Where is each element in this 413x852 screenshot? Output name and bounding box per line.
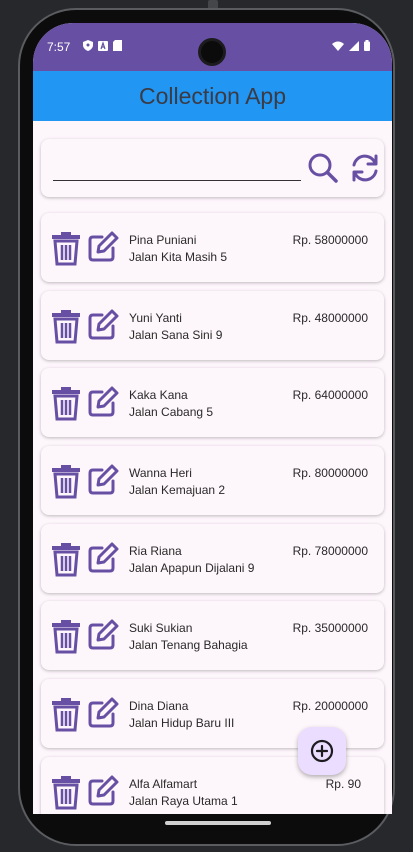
item-price: Rp. 58000000 bbox=[292, 233, 368, 247]
item-price: Rp. 48000000 bbox=[292, 310, 368, 325]
signal-icon bbox=[349, 40, 359, 51]
trash-icon[interactable] bbox=[50, 230, 82, 266]
item-name: Alfa Alfamart bbox=[129, 776, 198, 791]
refresh-icon[interactable] bbox=[349, 152, 381, 184]
item-name: Wanna Heri bbox=[129, 466, 192, 481]
edit-icon[interactable] bbox=[87, 464, 119, 496]
list-item[interactable]: Pina Puniani Jalan Kita Masih 5 Rp. 5800… bbox=[41, 213, 384, 282]
list-item[interactable]: Kaka Kana Jalan Cabang 5 Rp. 64000000 bbox=[41, 368, 384, 438]
search-card bbox=[41, 139, 384, 197]
search-icon[interactable] bbox=[307, 152, 339, 184]
item-address: Jalan Hidup Baru III bbox=[129, 716, 235, 731]
battery-icon bbox=[364, 40, 370, 51]
home-indicator[interactable] bbox=[165, 821, 271, 825]
status-icons-right bbox=[332, 40, 370, 51]
status-bar: 7:57 bbox=[33, 23, 392, 71]
trash-icon[interactable] bbox=[50, 541, 82, 577]
item-price: Rp. 78000000 bbox=[292, 543, 368, 558]
a-icon bbox=[98, 40, 108, 51]
status-time: 7:57 bbox=[47, 40, 71, 54]
item-address: Jalan Kita Masih 5 bbox=[129, 250, 228, 264]
item-name: Yuni Yanti bbox=[129, 310, 182, 325]
item-price: Rp. 35000000 bbox=[292, 621, 368, 636]
screen: 7:57 Collection App Pina Puniani Jalan K… bbox=[33, 23, 392, 814]
edit-icon[interactable] bbox=[87, 775, 119, 807]
item-name: Pina Puniani bbox=[129, 233, 197, 247]
sd-card-icon bbox=[113, 40, 122, 51]
trash-icon[interactable] bbox=[50, 618, 82, 654]
search-input[interactable] bbox=[53, 149, 301, 181]
status-icons-left bbox=[83, 40, 122, 51]
edit-icon[interactable] bbox=[87, 386, 119, 418]
edit-icon[interactable] bbox=[87, 231, 119, 263]
item-price: Rp. 64000000 bbox=[292, 388, 368, 403]
trash-icon[interactable] bbox=[50, 774, 82, 810]
app-title: Collection App bbox=[138, 82, 287, 109]
wifi-icon bbox=[332, 41, 344, 51]
list-item[interactable]: Wanna Heri Jalan Kemajuan 2 Rp. 80000000 bbox=[41, 446, 384, 516]
item-address: Jalan Cabang 5 bbox=[129, 405, 214, 420]
collection-list: Pina Puniani Jalan Kita Masih 5 Rp. 5800… bbox=[41, 213, 384, 814]
list-item[interactable]: Ria Riana Jalan Apapun Dijalani 9 Rp. 78… bbox=[41, 523, 384, 593]
add-circle-icon bbox=[310, 739, 334, 763]
item-name: Dina Diana bbox=[129, 699, 189, 714]
front-camera bbox=[198, 38, 226, 66]
list-item[interactable]: Yuni Yanti Jalan Sana Sini 9 Rp. 4800000… bbox=[41, 290, 384, 360]
edit-icon[interactable] bbox=[87, 697, 119, 729]
item-name: Suki Sukian bbox=[129, 621, 193, 636]
item-name: Kaka Kana bbox=[129, 388, 188, 403]
trash-icon[interactable] bbox=[50, 385, 82, 421]
item-address: Jalan Raya Utama 1 bbox=[129, 793, 238, 808]
item-address: Jalan Kemajuan 2 bbox=[129, 483, 226, 498]
edit-icon[interactable] bbox=[87, 619, 119, 651]
item-address: Jalan Tenang Bahagia bbox=[129, 638, 248, 653]
item-name: Ria Riana bbox=[129, 543, 182, 558]
trash-icon[interactable] bbox=[50, 463, 82, 499]
device-frame: 7:57 Collection App Pina Puniani Jalan K… bbox=[0, 0, 413, 852]
app-bar: Collection App bbox=[33, 71, 392, 121]
trash-icon[interactable] bbox=[50, 696, 82, 732]
edit-icon[interactable] bbox=[87, 542, 119, 574]
item-address: Jalan Sana Sini 9 bbox=[129, 327, 223, 342]
item-address: Jalan Apapun Dijalani 9 bbox=[129, 560, 255, 575]
add-item-button[interactable] bbox=[298, 727, 346, 775]
trash-icon[interactable] bbox=[50, 308, 82, 344]
item-price: Rp. 90 bbox=[325, 776, 361, 791]
list-item[interactable]: Suki Sukian Jalan Tenang Bahagia Rp. 350… bbox=[41, 601, 384, 671]
edit-icon[interactable] bbox=[87, 309, 119, 341]
item-price: Rp. 80000000 bbox=[292, 466, 368, 481]
shield-icon bbox=[83, 40, 93, 51]
item-price: Rp. 20000000 bbox=[292, 699, 368, 714]
